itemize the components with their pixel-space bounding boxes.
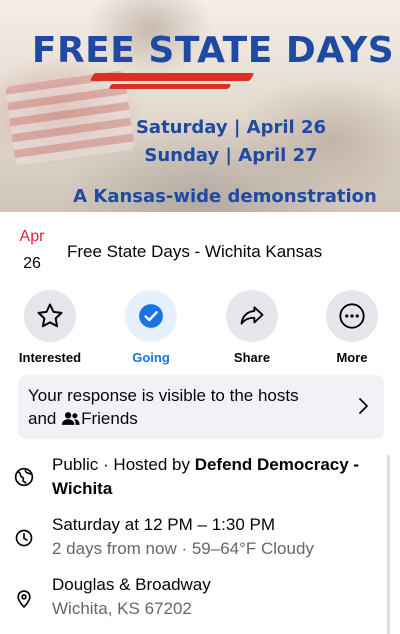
cover-date-line-2: Sunday | April 27 — [144, 145, 318, 166]
friends-label: Friends — [81, 409, 138, 428]
friends-icon — [61, 412, 80, 425]
time-row: Saturday at 12 PM – 1:30 PM 2 days from … — [52, 513, 382, 561]
location-pin-icon — [17, 590, 31, 609]
chevron-right-icon — [359, 398, 368, 414]
interested-label: Interested — [18, 350, 82, 365]
more-dots-icon — [339, 303, 365, 329]
more-label: More — [336, 350, 368, 365]
event-date-day: 26 — [23, 255, 41, 272]
scrollbar[interactable] — [387, 455, 390, 634]
going-label: Going — [132, 350, 170, 365]
going-circle[interactable] — [125, 290, 177, 342]
globe-icon — [14, 467, 34, 487]
hosted-by-prefix: · Hosted by — [98, 455, 195, 474]
response-visibility-text: Your response is visible to the hosts an… — [28, 384, 328, 430]
star-icon — [37, 303, 63, 328]
event-time: Saturday at 12 PM – 1:30 PM — [52, 515, 276, 534]
cover-tagline: A Kansas-wide demonstration — [73, 186, 377, 207]
location-row[interactable]: Douglas & Broadway Wichita, KS 67202 — [52, 573, 382, 621]
interested-circle[interactable] — [24, 290, 76, 342]
event-date-month: Apr — [19, 228, 45, 245]
cover-stripe — [89, 73, 255, 81]
share-label: Share — [233, 350, 271, 365]
interested-button[interactable]: Interested — [5, 290, 95, 365]
more-button[interactable]: More — [307, 290, 397, 365]
check-circle-icon — [139, 304, 163, 328]
going-button[interactable]: Going — [106, 290, 196, 365]
privacy-host-row: Public · Hosted by Defend Democracy - Wi… — [52, 453, 382, 501]
share-circle[interactable] — [226, 290, 278, 342]
more-circle[interactable] — [326, 290, 378, 342]
share-arrow-icon — [240, 306, 264, 325]
share-button[interactable]: Share — [207, 290, 297, 365]
privacy-label: Public — [52, 455, 99, 474]
event-actions: Interested Going Share More — [0, 290, 400, 370]
clock-icon — [15, 529, 33, 547]
cover-title: FREE STATE DAYS — [31, 30, 395, 71]
event-date-badge: Apr 26 — [15, 228, 49, 273]
response-visibility-notice[interactable]: Your response is visible to the hosts an… — [18, 375, 384, 439]
event-cover-image[interactable]: FREE STATE DAYS Saturday | April 26 Sund… — [0, 0, 400, 212]
event-time-relative-weather: 2 days from now · 59–64°F Cloudy — [52, 539, 314, 558]
cover-stripe-2 — [108, 84, 232, 89]
location-address: Douglas & Broadway — [52, 575, 211, 594]
event-title: Free State Days - Wichita Kansas — [67, 242, 323, 261]
cover-date-line-1: Saturday | April 26 — [135, 117, 327, 138]
location-city: Wichita, KS 67202 — [52, 599, 192, 618]
